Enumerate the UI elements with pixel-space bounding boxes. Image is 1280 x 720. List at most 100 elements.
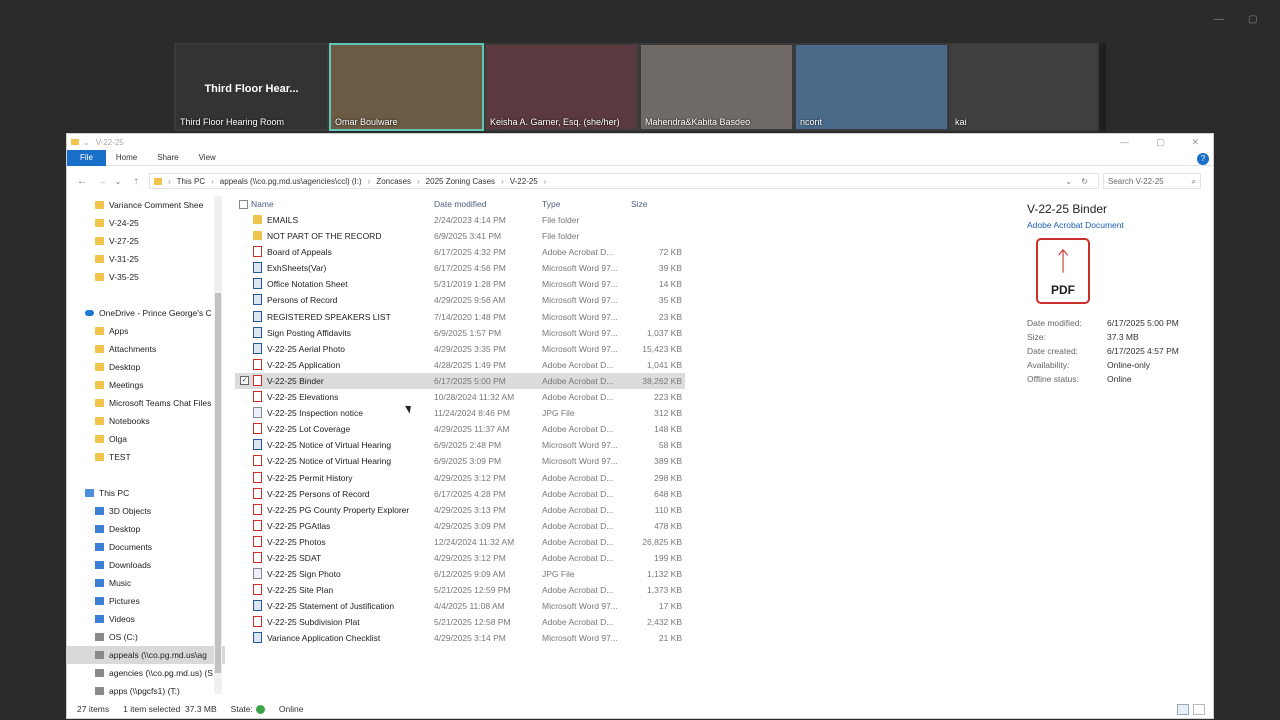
nav-item[interactable]: Videos — [67, 610, 225, 628]
refresh-icon[interactable]: ↻ — [1081, 177, 1088, 186]
window-maximize-icon[interactable]: ▢ — [1156, 137, 1165, 148]
breadcrumb-item[interactable]: 2025 Zoning Cases — [426, 177, 495, 186]
file-row[interactable]: V-22-25 PG County Property Explorer 4/29/… — [235, 502, 685, 518]
video-tile[interactable]: Keisha A. Garner, Esq. (she/her) — [484, 43, 639, 131]
nav-item[interactable]: OneDrive - Prince George's C — [67, 304, 225, 322]
video-tile[interactable]: Omar Boulware — [329, 43, 484, 131]
video-tile[interactable]: kai — [949, 43, 1099, 131]
nav-item[interactable]: Documents — [67, 538, 225, 556]
window-minimize-icon[interactable]: — — [1120, 137, 1129, 147]
column-name[interactable]: Name — [251, 199, 274, 209]
breadcrumb-chevron-icon[interactable]: › — [368, 177, 371, 186]
file-row[interactable]: ExhSheets(Var) 6/17/2025 4:56 PM Microsoft… — [235, 260, 685, 276]
file-row[interactable]: V-22-25 Notice of Virtual Hearing 6/9/202… — [235, 437, 685, 453]
nav-item[interactable]: V-31-25 — [67, 250, 225, 268]
file-row[interactable]: NOT PART OF THE RECORD 6/9/2025 3:41 PM Fi… — [235, 228, 685, 244]
breadcrumb-chevron-icon[interactable]: › — [501, 177, 504, 186]
nav-item[interactable]: agencies (\\co.pg.md.us) (S — [67, 664, 225, 682]
nav-item[interactable]: Downloads — [67, 556, 225, 574]
breadcrumb-chevron-icon[interactable]: › — [211, 177, 214, 186]
maximize-icon[interactable]: ▢ — [1248, 14, 1257, 25]
large-icons-view-icon[interactable] — [1193, 704, 1205, 715]
file-row[interactable]: V-22-25 Notice of Virtual Hearing 6/9/202… — [235, 453, 685, 469]
video-tile[interactable]: Third Floor Hear... Third Floor Hearing R… — [174, 43, 329, 131]
nav-item[interactable]: Music — [67, 574, 225, 592]
file-row[interactable]: Persons of Record 4/29/2025 9:56 AM Micros… — [235, 292, 685, 308]
breadcrumb-item[interactable]: This PC — [177, 177, 205, 186]
nav-item[interactable]: V-27-25 — [67, 232, 225, 250]
nav-item[interactable]: OS (C:) — [67, 628, 225, 646]
details-view-icon[interactable] — [1177, 704, 1189, 715]
ribbon-tab-file[interactable]: File — [67, 149, 106, 166]
file-row[interactable]: V-22-25 Sign Photo 6/12/2025 9:09 AM JPG F… — [235, 566, 685, 582]
nav-item[interactable]: Pictures — [67, 592, 225, 610]
file-row[interactable]: V-22-25 PGAtlas 4/29/2025 3:09 PM Adobe Ac… — [235, 518, 685, 534]
nav-item[interactable]: appeals (\\co.pg.md.us\ag — [67, 646, 225, 664]
file-row[interactable]: V-22-25 Statement of Justification 4/4/20… — [235, 598, 685, 614]
breadcrumb-item[interactable]: V-22-25 — [510, 177, 538, 186]
address-dropdown-icon[interactable]: ⌄ — [1065, 177, 1072, 186]
nav-item[interactable]: V-24-25 — [67, 214, 225, 232]
window-close-icon[interactable]: ✕ — [1191, 137, 1199, 148]
file-row[interactable]: ✓ V-22-25 Binder 6/17/2025 5:00 PM Adobe Ac… — [235, 372, 685, 390]
breadcrumb-chevron-icon[interactable]: › — [417, 177, 420, 186]
nav-item[interactable]: 3D Objects — [67, 502, 225, 520]
file-row[interactable]: V-22-25 Subdivision Plat 5/21/2025 12:58 … — [235, 614, 685, 630]
ribbon-tab-home[interactable]: Home — [106, 150, 147, 166]
nav-item[interactable]: Attachments — [67, 340, 225, 358]
nav-item[interactable]: V-35-25 — [67, 268, 225, 286]
ribbon-tab-view[interactable]: View — [189, 150, 226, 166]
file-row[interactable]: V-22-25 Elevations 10/28/2024 11:32 AM Ado… — [235, 389, 685, 405]
video-tile[interactable]: ncont — [794, 43, 949, 131]
up-icon[interactable]: ↑ — [127, 176, 145, 187]
minimize-icon[interactable]: — — [1214, 14, 1224, 25]
file-row[interactable]: V-22-25 Application 4/28/2025 1:49 PM Adob… — [235, 357, 685, 373]
file-row[interactable]: V-22-25 Permit History 4/29/2025 3:12 PM A… — [235, 470, 685, 486]
back-icon[interactable]: ← — [73, 176, 91, 187]
breadcrumb-chevron-icon[interactable]: › — [544, 177, 547, 186]
file-row[interactable]: EMAILS 2/24/2023 4:14 PM File folder — [235, 212, 685, 228]
scrollbar-thumb[interactable] — [215, 293, 221, 673]
row-checkbox[interactable]: ✓ — [240, 375, 249, 385]
nav-item[interactable]: Desktop — [67, 520, 225, 538]
file-row[interactable]: Sign Posting Affidavits 6/9/2025 1:57 PM M… — [235, 325, 685, 341]
column-size[interactable]: Size — [631, 199, 648, 209]
file-name: V-22-25 PG County Property Explorer — [267, 504, 410, 515]
nav-item[interactable]: Olga — [67, 430, 225, 448]
video-tile[interactable]: Mahendra&Kabita Basdeo — [639, 43, 794, 131]
breadcrumb-chevron-icon[interactable]: › — [168, 177, 171, 186]
file-row[interactable]: V-22-25 Aerial Photo 4/29/2025 3:35 PM Mic… — [235, 341, 685, 357]
file-row[interactable]: V-22-25 SDAT 4/29/2025 3:12 PM Adobe Acrob… — [235, 550, 685, 566]
column-type[interactable]: Type — [542, 199, 560, 209]
nav-item[interactable]: Apps — [67, 322, 225, 340]
breadcrumb-item[interactable]: appeals (\\co.pg.md.us\agencies\ccl) (I:… — [220, 177, 362, 186]
help-icon[interactable]: ? — [1197, 153, 1209, 165]
file-row[interactable]: V-22-25 Photos 12/24/2024 11:32 AM Adobe A… — [235, 534, 685, 550]
nav-item[interactable]: Notebooks — [67, 412, 225, 430]
recent-dropdown-icon[interactable]: ⌄ — [109, 177, 127, 186]
column-date[interactable]: Date modified — [434, 199, 486, 209]
nav-item[interactable]: TEST — [67, 448, 225, 466]
file-row[interactable]: V-22-25 Inspection notice 11/24/2024 8:46… — [235, 405, 685, 421]
file-row[interactable]: Office Notation Sheet 5/31/2019 1:28 PM Mi… — [235, 276, 685, 292]
file-row[interactable]: V-22-25 Lot Coverage 4/29/2025 11:37 AM Ad… — [235, 421, 685, 437]
preview-type: Adobe Acrobat Document — [1027, 220, 1124, 230]
file-row[interactable]: Board of Appeals 6/17/2025 4:32 PM Adobe A… — [235, 244, 685, 260]
file-row[interactable]: V-22-25 Site Plan 5/21/2025 12:59 PM Adobe… — [235, 582, 685, 598]
file-row[interactable]: REGISTERED SPEAKERS LIST 7/14/2020 1:48 P… — [235, 309, 685, 325]
nav-item[interactable]: Desktop — [67, 358, 225, 376]
nav-item[interactable]: Variance Comment Shee — [67, 196, 225, 214]
select-all-checkbox[interactable] — [239, 200, 248, 209]
nav-item[interactable]: Microsoft Teams Chat Files — [67, 394, 225, 412]
nav-item[interactable]: Meetings — [67, 376, 225, 394]
nav-item[interactable]: apps (\\pgcfs1) (T:) — [67, 682, 225, 700]
search-input[interactable]: Search V-22-25 ⌕ — [1103, 173, 1201, 189]
file-row[interactable]: V-22-25 Persons of Record 6/17/2025 4:28 … — [235, 486, 685, 502]
nav-item[interactable]: This PC — [67, 484, 225, 502]
ribbon-tab-share[interactable]: Share — [147, 150, 188, 166]
breadcrumb-item[interactable]: Zoncases — [376, 177, 411, 186]
qat-dropdown-icon[interactable]: ⌄ — [83, 138, 90, 147]
file-row[interactable]: Variance Application Checklist 4/29/2025 … — [235, 630, 685, 646]
navigation-scrollbar[interactable] — [214, 196, 222, 694]
breadcrumb[interactable]: › This PC › appeals (\\co.pg.md.us\agencies… — [149, 173, 1099, 189]
